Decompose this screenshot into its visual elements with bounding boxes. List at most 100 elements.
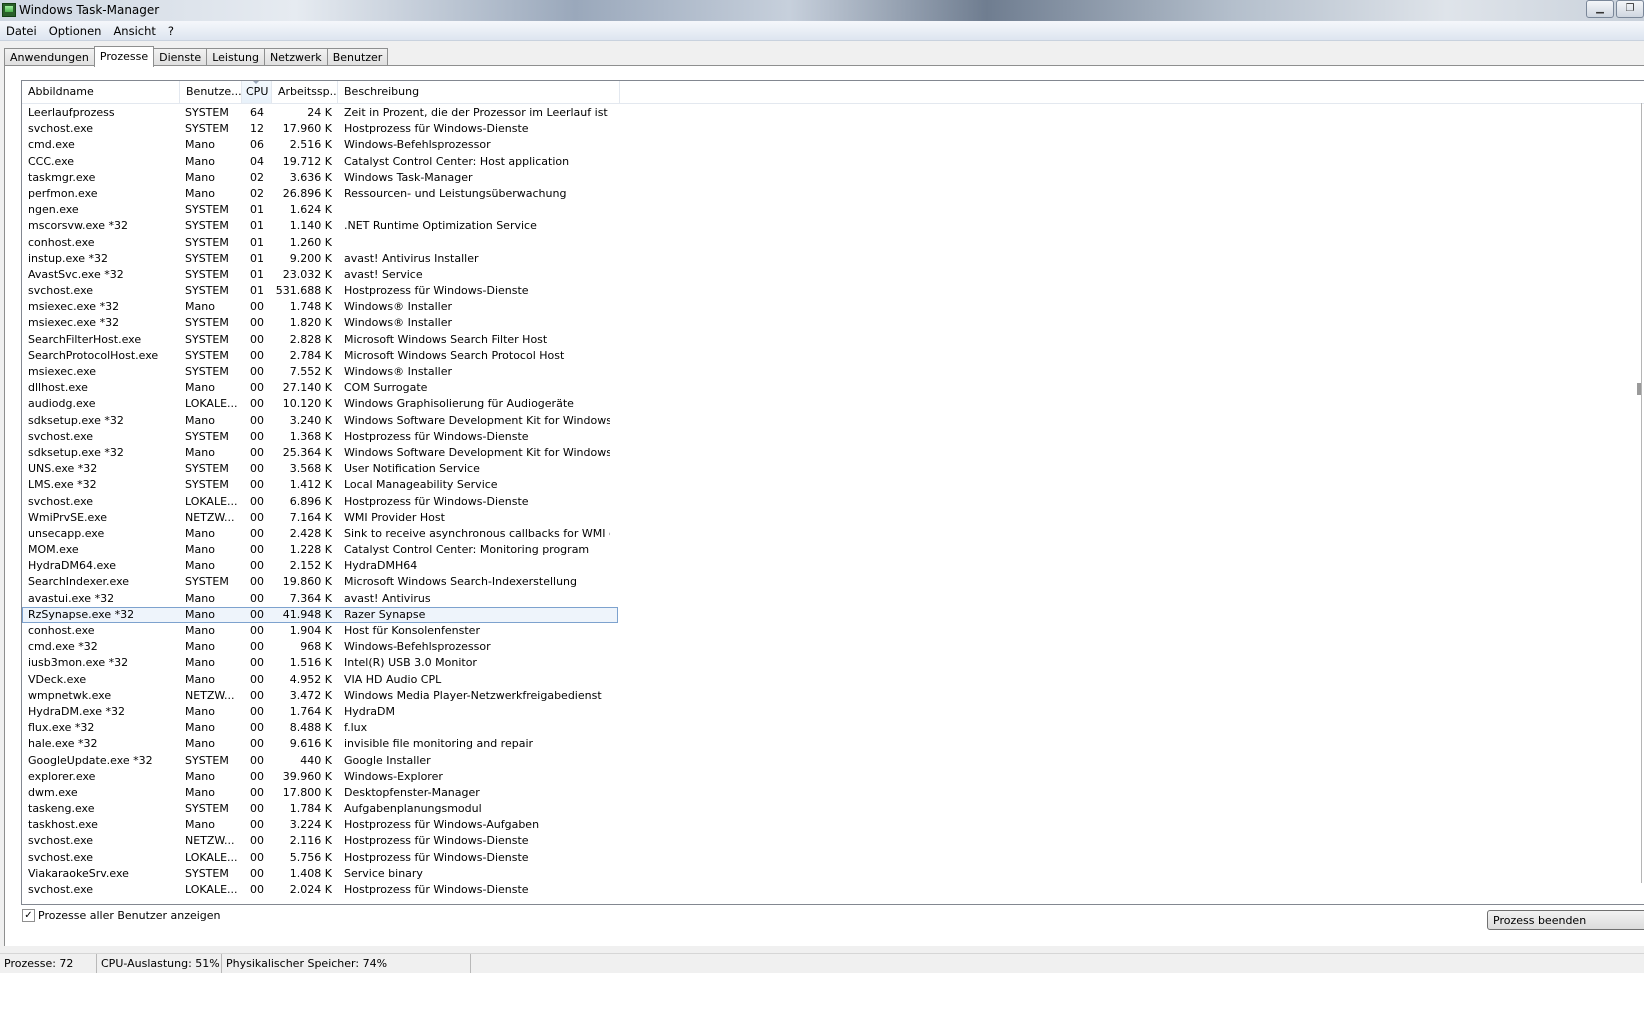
process-row[interactable]: CCC.exe Mano 04 19.712 K Catalyst Control Ce… [22, 154, 1644, 170]
process-user: SYSTEM [185, 478, 229, 492]
vertical-scrollbar[interactable] [1637, 103, 1642, 883]
process-row[interactable]: svchost.exe NETZW... 00 2.116 K Hostprozess … [22, 833, 1644, 849]
process-cpu: 00 [250, 624, 264, 637]
column-header-description[interactable]: Beschreibung [338, 81, 620, 103]
column-header-name[interactable]: Abbildname [22, 81, 180, 103]
process-row[interactable]: LMS.exe *32 SYSTEM 00 1.412 K Local Manageab… [22, 477, 1644, 493]
column-header-cpu[interactable]: CPU [242, 81, 272, 103]
process-name: perfmon.exe [28, 186, 98, 200]
process-description: Host für Konsolenfenster [344, 624, 480, 637]
process-row[interactable]: SearchIndexer.exe SYSTEM 00 19.860 K Microso… [22, 574, 1644, 590]
process-row[interactable]: mscorsvw.exe *32 SYSTEM 01 1.140 K .NET Runt… [22, 218, 1644, 234]
menu-optionen[interactable]: Optionen [43, 24, 108, 38]
process-row[interactable]: msiexec.exe SYSTEM 00 7.552 K Windows® Insta… [22, 364, 1644, 380]
process-cpu: 00 [250, 348, 264, 362]
process-row[interactable]: VDeck.exe Mano 00 4.952 K VIA HD Audio CPL [22, 672, 1644, 688]
tab-benutzer[interactable]: Benutzer [326, 48, 389, 66]
process-row[interactable]: audiodg.exe LOKALE... 00 10.120 K Windows Gr… [22, 396, 1644, 412]
process-row[interactable]: SearchProtocolHost.exe SYSTEM 00 2.784 K Mic… [22, 348, 1644, 364]
process-name: msiexec.exe [28, 365, 97, 378]
restore-button[interactable]: ❐ [1616, 0, 1644, 18]
process-row[interactable]: RzSynapse.exe *32 Mano 00 41.948 K Razer Syn… [22, 606, 618, 623]
process-row[interactable]: svchost.exe LOKALE... 00 6.896 K Hostprozess… [22, 494, 1644, 510]
process-user: Mano [185, 445, 215, 459]
process-row[interactable]: cmd.exe *32 Mano 00 968 K Windows-Befehlspro… [22, 639, 1644, 655]
process-row[interactable]: explorer.exe Mano 00 39.960 K Windows-Explor… [22, 769, 1644, 785]
process-row[interactable]: flux.exe *32 Mano 00 8.488 K f.lux [22, 720, 1644, 736]
process-cpu: 00 [250, 640, 264, 654]
process-row[interactable]: iusb3mon.exe *32 Mano 00 1.516 K Intel(R) US… [22, 655, 1644, 671]
show-all-users-option[interactable]: ✓ Prozesse aller Benutzer anzeigen [22, 909, 221, 922]
process-row[interactable]: unsecapp.exe Mano 00 2.428 K Sink to receive… [22, 526, 1644, 542]
process-row[interactable]: sdksetup.exe *32 Mano 00 25.364 K Windows So… [22, 445, 1644, 461]
process-row[interactable]: taskhost.exe Mano 00 3.224 K Hostprozess für… [22, 817, 1644, 833]
process-row[interactable]: MOM.exe Mano 00 1.228 K Catalyst Control Cen… [22, 542, 1644, 558]
process-name: GoogleUpdate.exe *32 [28, 753, 153, 767]
minimize-button[interactable]: ▁ [1586, 0, 1614, 18]
process-name: svchost.exe [28, 834, 94, 848]
process-row[interactable]: svchost.exe LOKALE... 00 5.756 K Hostprozess… [22, 850, 1644, 866]
process-description: Desktopfenster-Manager [344, 785, 480, 799]
process-row[interactable]: dwm.exe Mano 00 17.800 K Desktopfenster-Mana… [22, 785, 1644, 801]
process-description: Windows Software Development Kit for Win… [344, 413, 610, 427]
process-row[interactable]: cmd.exe Mano 06 2.516 K Windows-Befehlsproze… [22, 137, 1644, 153]
process-row[interactable]: HydraDM64.exe Mano 00 2.152 K HydraDMH64 [22, 558, 1644, 574]
process-row[interactable]: dllhost.exe Mano 00 27.140 K COM Surrogate [22, 380, 1644, 396]
process-row[interactable]: conhost.exe Mano 00 1.904 K Host für Konsole… [22, 623, 1644, 639]
end-process-button[interactable]: Prozess beenden [1487, 910, 1644, 930]
show-all-users-checkbox[interactable]: ✓ [22, 909, 35, 922]
tab-prozesse[interactable]: Prozesse [93, 46, 155, 67]
process-name: SearchProtocolHost.exe [28, 348, 159, 362]
tab-anwendungen[interactable]: Anwendungen [4, 48, 95, 66]
process-row[interactable]: msiexec.exe *32 Mano 00 1.748 K Windows® Ins… [22, 299, 1644, 315]
process-name: msiexec.exe *32 [28, 316, 120, 330]
menu-ansicht[interactable]: Ansicht [107, 24, 161, 38]
process-row[interactable]: svchost.exe SYSTEM 00 1.368 K Hostprozess fü… [22, 429, 1644, 445]
process-row[interactable]: Leerlaufprozess SYSTEM 64 24 K Zeit in Proze… [22, 105, 1644, 121]
process-row[interactable]: sdksetup.exe *32 Mano 00 3.240 K Windows Sof… [22, 413, 1644, 429]
column-header-user[interactable]: Benutze... [180, 81, 242, 103]
process-memory: 23.032 K [282, 267, 332, 281]
menu-datei[interactable]: Datei [0, 24, 43, 38]
process-row[interactable]: svchost.exe SYSTEM 12 17.960 K Hostprozess f… [22, 121, 1644, 137]
process-row[interactable]: conhost.exe SYSTEM 01 1.260 K [22, 235, 1644, 251]
process-row[interactable]: WmiPrvSE.exe NETZW... 00 7.164 K WMI Provide… [22, 510, 1644, 526]
process-row[interactable]: GoogleUpdate.exe *32 SYSTEM 00 440 K Google … [22, 753, 1644, 769]
process-cpu: 00 [250, 802, 264, 816]
process-row[interactable]: avastui.exe *32 Mano 00 7.364 K avast! Antiv… [22, 591, 1644, 607]
process-row[interactable]: perfmon.exe Mano 02 26.896 K Ressourcen- und… [22, 186, 1644, 202]
process-row[interactable]: HydraDM.exe *32 Mano 00 1.764 K HydraDM [22, 704, 1644, 720]
process-row[interactable]: instup.exe *32 SYSTEM 01 9.200 K avast! Anti… [22, 251, 1644, 267]
process-row[interactable]: svchost.exe SYSTEM 01 531.688 K Hostprozess … [22, 283, 1644, 299]
process-memory: 9.200 K [289, 251, 332, 265]
process-row[interactable]: taskeng.exe SYSTEM 00 1.784 K Aufgabenplanun… [22, 801, 1644, 817]
process-row[interactable]: ngen.exe SYSTEM 01 1.624 K [22, 202, 1644, 218]
process-list[interactable]: Abbildname Benutze... CPU Arbeitssp... B… [21, 80, 1644, 905]
process-row[interactable]: UNS.exe *32 SYSTEM 00 3.568 K User Notificat… [22, 461, 1644, 477]
process-cpu: 00 [250, 866, 264, 880]
process-cpu: 00 [250, 656, 264, 670]
process-user: Mano [185, 721, 215, 735]
process-user: NETZW... [185, 688, 235, 702]
process-cpu: 00 [250, 818, 264, 832]
column-header-cpu-label: CPU [246, 85, 269, 98]
process-row[interactable]: ViakaraokeSrv.exe SYSTEM 00 1.408 K Service … [22, 866, 1644, 882]
process-cpu: 01 [250, 267, 264, 281]
process-row[interactable]: SearchFilterHost.exe SYSTEM 00 2.828 K Micro… [22, 332, 1644, 348]
process-row[interactable]: taskmgr.exe Mano 02 3.636 K Windows Task-Man… [22, 170, 1644, 186]
tab-netzwerk[interactable]: Netzwerk [263, 48, 328, 66]
process-row[interactable]: AvastSvc.exe *32 SYSTEM 01 23.032 K avast! S… [22, 267, 1644, 283]
scroll-thumb[interactable] [1637, 383, 1641, 395]
tab-dienste[interactable]: Dienste [153, 48, 208, 66]
process-row[interactable]: wmpnetwk.exe NETZW... 00 3.472 K Windows Med… [22, 688, 1644, 704]
process-row[interactable]: msiexec.exe *32 SYSTEM 00 1.820 K Windows® I… [22, 315, 1644, 331]
process-memory: 1.368 K [289, 429, 332, 443]
process-description: f.lux [344, 721, 368, 735]
menu-help[interactable]: ? [162, 24, 180, 38]
process-row[interactable]: svchost.exe LOKALE... 00 2.024 K Hostprozess… [22, 882, 1644, 898]
process-memory: 19.712 K [282, 154, 332, 168]
status-bar: Prozesse: 72 CPU-Auslastung: 51% Physika… [0, 953, 1644, 973]
column-header-memory[interactable]: Arbeitssp... [272, 81, 338, 103]
tab-leistung[interactable]: Leistung [206, 48, 265, 66]
process-row[interactable]: hale.exe *32 Mano 00 9.616 K invisible file … [22, 736, 1644, 752]
